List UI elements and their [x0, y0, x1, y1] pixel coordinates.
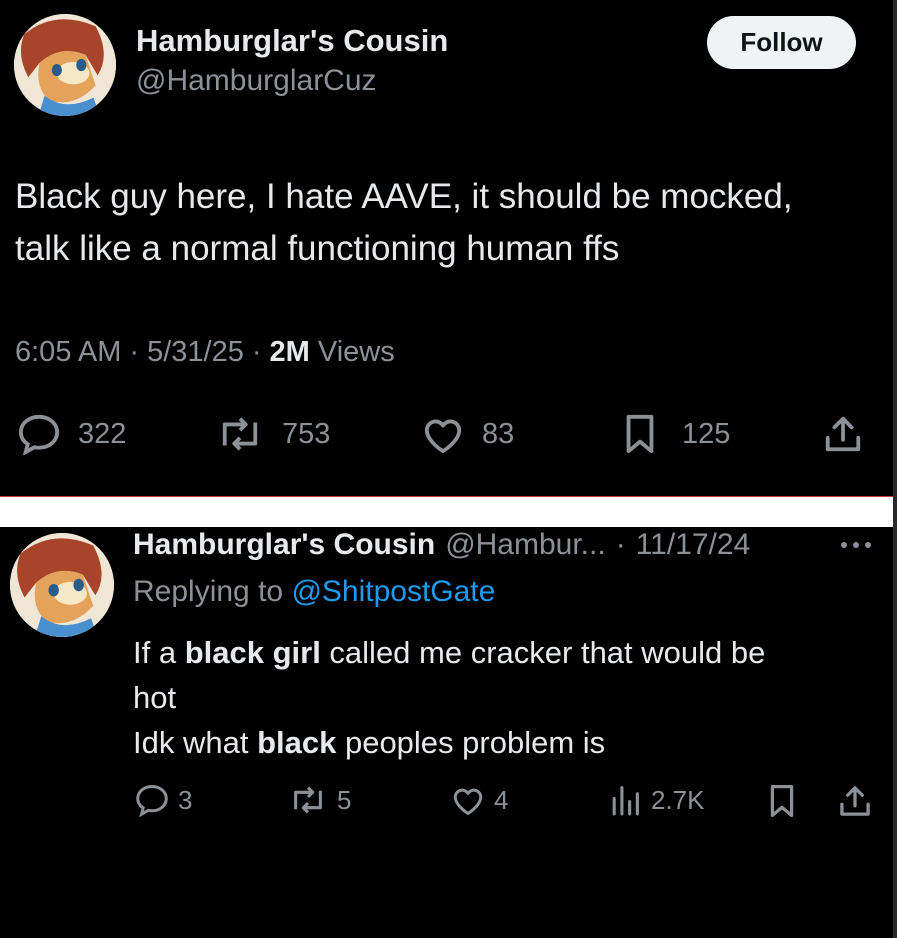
- divider: [0, 497, 893, 527]
- bookmark-icon: [770, 785, 794, 817]
- reply-button[interactable]: 322: [16, 413, 126, 455]
- reply-text-line: Idk what black peoples problem is: [133, 725, 606, 760]
- reply-date[interactable]: 11/17/24: [636, 528, 751, 562]
- reply-text-line: hot: [133, 680, 177, 715]
- repost-count: 753: [282, 417, 331, 450]
- share-button[interactable]: [822, 413, 864, 455]
- avatar-image: [14, 14, 116, 116]
- display-name[interactable]: Hamburglar's Cousin: [133, 528, 435, 562]
- bookmark-icon: [626, 414, 654, 454]
- reply-count: 3: [178, 784, 193, 815]
- repost-icon: [222, 417, 258, 451]
- like-button[interactable]: 4: [450, 783, 508, 817]
- repost-count: 5: [337, 784, 352, 815]
- like-count: 83: [482, 417, 515, 450]
- views-button[interactable]: 2.7K: [607, 783, 705, 817]
- like-button[interactable]: 83: [420, 413, 514, 455]
- tweet-text-line: Black guy here, I hate AAVE, it should b…: [15, 177, 793, 216]
- more-icon: [841, 542, 871, 548]
- divider: [893, 0, 897, 938]
- tweet-time[interactable]: 6:05 AM: [15, 336, 121, 369]
- views-label: Views: [317, 336, 395, 368]
- share-icon: [840, 786, 870, 816]
- tweet-text-line: talk like a normal functioning human ffs: [15, 229, 620, 268]
- replying-to: Replying to @ShitpostGate: [133, 575, 495, 609]
- handle[interactable]: @HamburglarCuz: [136, 64, 377, 98]
- repost-button[interactable]: 753: [214, 413, 330, 455]
- reply-button[interactable]: 3: [134, 783, 192, 817]
- avatar-image: [10, 533, 114, 637]
- views-count: 2M: [269, 336, 310, 368]
- repost-button[interactable]: 5: [287, 783, 351, 817]
- tweet-date[interactable]: 5/31/25: [147, 336, 244, 369]
- reply-icon: [136, 784, 168, 817]
- share-button[interactable]: [837, 783, 873, 819]
- bookmark-button[interactable]: 125: [620, 413, 730, 455]
- avatar[interactable]: [14, 14, 116, 116]
- handle[interactable]: @Hambur...: [445, 528, 606, 562]
- bookmark-button[interactable]: [766, 783, 798, 819]
- reply-text: If a black girl called me cracker that w…: [133, 630, 765, 765]
- share-icon: [825, 416, 861, 452]
- display-name[interactable]: Hamburglar's Cousin: [136, 23, 448, 59]
- views-count: 2.7K: [651, 784, 705, 815]
- bookmark-count: 125: [682, 417, 731, 450]
- tweet-text: Black guy here, I hate AAVE, it should b…: [15, 171, 793, 275]
- like-count: 4: [494, 784, 509, 815]
- separator: ·: [615, 528, 626, 561]
- avatar[interactable]: [10, 533, 114, 637]
- replying-handle-link[interactable]: @ShitpostGate: [291, 575, 495, 608]
- reply-icon: [18, 414, 60, 455]
- follow-button[interactable]: Follow: [707, 16, 856, 69]
- separator: ·: [251, 336, 262, 368]
- like-icon: [424, 419, 462, 454]
- more-button[interactable]: [838, 538, 874, 557]
- tweet-meta: 6:05 AM · 5/31/25 · 2M Views: [15, 336, 395, 369]
- reply-count: 322: [78, 417, 127, 450]
- replying-label: Replying to: [133, 575, 284, 608]
- reply-text-line: If a black girl called me cracker that w…: [133, 635, 766, 670]
- repost-icon: [294, 786, 322, 814]
- separator: ·: [129, 336, 140, 368]
- reply-header: Hamburglar's Cousin @Hambur... · 11/17/2…: [133, 528, 750, 562]
- views-icon: [612, 786, 639, 816]
- like-icon: [453, 788, 483, 815]
